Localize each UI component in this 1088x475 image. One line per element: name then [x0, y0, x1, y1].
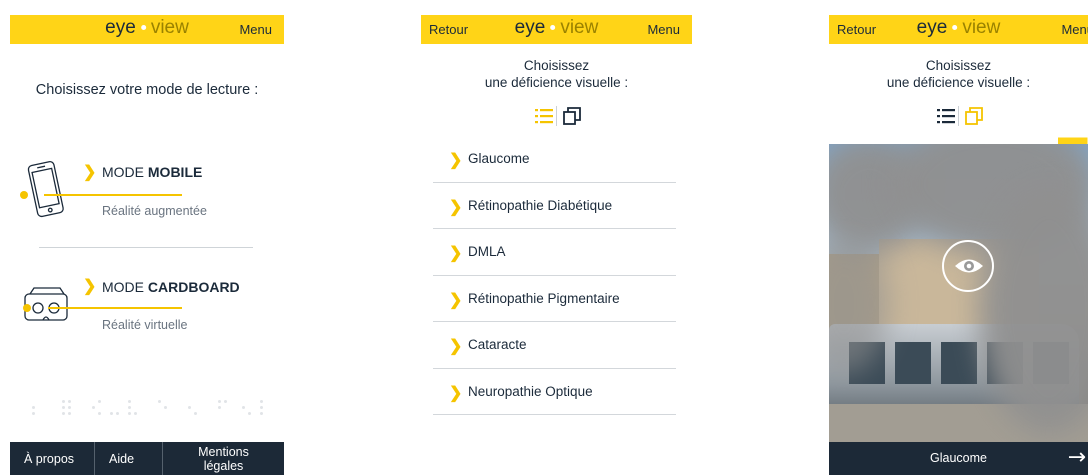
braille-decoration	[32, 396, 263, 426]
back-button[interactable]: Retour	[837, 22, 876, 37]
footer-link-about[interactable]: À propos	[10, 442, 94, 475]
chevron-right-icon: ❯	[83, 164, 97, 181]
mode-cardboard-option[interactable]: ❯ MODE CARDBOARD Réalité virtuelle	[10, 270, 284, 350]
page-title: Choisissez votre mode de lecture :	[35, 82, 259, 98]
connector-dot	[20, 191, 28, 199]
chevron-right-icon: ❯	[449, 198, 463, 216]
toggle-divider	[957, 106, 959, 126]
view-toggle	[529, 105, 585, 127]
card-view-icon[interactable]	[963, 105, 985, 127]
top-bar: Retour eyeview Menu	[829, 15, 1088, 44]
deficiency-list: ❯ Glaucome ❯ Rétinopathie Diabétique ❯ DMLA…	[433, 136, 676, 415]
mode-subtitle: Réalité virtuelle	[102, 318, 188, 332]
connector-dot	[23, 304, 31, 312]
mode-title: MODE CARDBOARD	[102, 279, 240, 295]
chevron-right-icon: ❯	[449, 291, 463, 309]
card-caption: Glaucome	[930, 451, 987, 465]
list-item[interactable]: ❯ Rétinopathie Diabétique	[433, 183, 676, 229]
app-logo: eye view	[916, 17, 1001, 38]
menu-button[interactable]: Menu	[1061, 22, 1088, 37]
mode-selection-screen: eye view Menu Choisissez votre mode de le…	[10, 0, 284, 475]
page-title: Choisissez une déficience visuelle :	[886, 58, 1031, 90]
list-item[interactable]: ❯ Rétinopathie Pigmentaire	[433, 276, 676, 322]
footer-link-legal[interactable]: Mentions légales	[162, 442, 284, 475]
list-view-icon[interactable]	[533, 105, 555, 127]
mode-subtitle: Réalité augmentée	[102, 204, 207, 218]
glaucoma-simulation-image[interactable]	[829, 144, 1088, 444]
top-bar: Retour eyeview Menu	[421, 15, 692, 44]
view-toggle	[931, 105, 987, 127]
chevron-right-icon: ❯	[449, 338, 463, 355]
chevron-right-icon: ❯	[449, 384, 463, 402]
deficiency-card-screen: Retour eyeview Menu Choisissez une défic…	[829, 0, 1088, 475]
page-title: Choisissez une déficience visuelle :	[484, 58, 629, 90]
list-item[interactable]: ❯ Neuropathie Optique	[433, 369, 676, 415]
card-view-icon[interactable]	[561, 105, 583, 127]
connector-line	[48, 307, 182, 309]
list-item[interactable]: ❯ Glaucome	[433, 136, 676, 183]
deficiency-list-screen: Retour eye view Menu Choisissez une défic…	[421, 0, 692, 475]
footer-nav: À propos Aide Mentions légales	[10, 442, 284, 475]
chevron-right-icon: ❯	[83, 278, 97, 295]
list-item[interactable]: ❯ Cataracte	[433, 322, 676, 369]
list-view-icon[interactable]	[935, 105, 957, 127]
back-button[interactable]: Retour	[429, 22, 468, 37]
smartphone-icon	[27, 160, 64, 218]
mode-title: MODE MOBILE	[102, 164, 203, 180]
chevron-right-icon: ❯	[449, 152, 463, 169]
divider	[39, 247, 253, 248]
top-bar: eye view Menu	[10, 15, 284, 44]
eye-icon	[955, 259, 983, 273]
chevron-right-icon: ❯	[449, 245, 463, 262]
mode-mobile-option[interactable]: ❯ MODE MOBILE Réalité augmentée	[10, 150, 284, 230]
menu-button[interactable]: Menu	[239, 22, 272, 37]
menu-button[interactable]: Menu	[647, 22, 680, 37]
list-item[interactable]: ❯ DMLA	[433, 229, 676, 276]
arrow-right-icon[interactable]: →	[1068, 445, 1086, 470]
connector-line	[44, 194, 182, 196]
toggle-divider	[555, 106, 557, 126]
footer-link-help[interactable]: Aide	[94, 442, 162, 475]
app-logo: eye view	[105, 17, 189, 38]
app-logo: eye view	[514, 17, 599, 38]
card-caption-bar: Glaucome →	[829, 442, 1088, 475]
